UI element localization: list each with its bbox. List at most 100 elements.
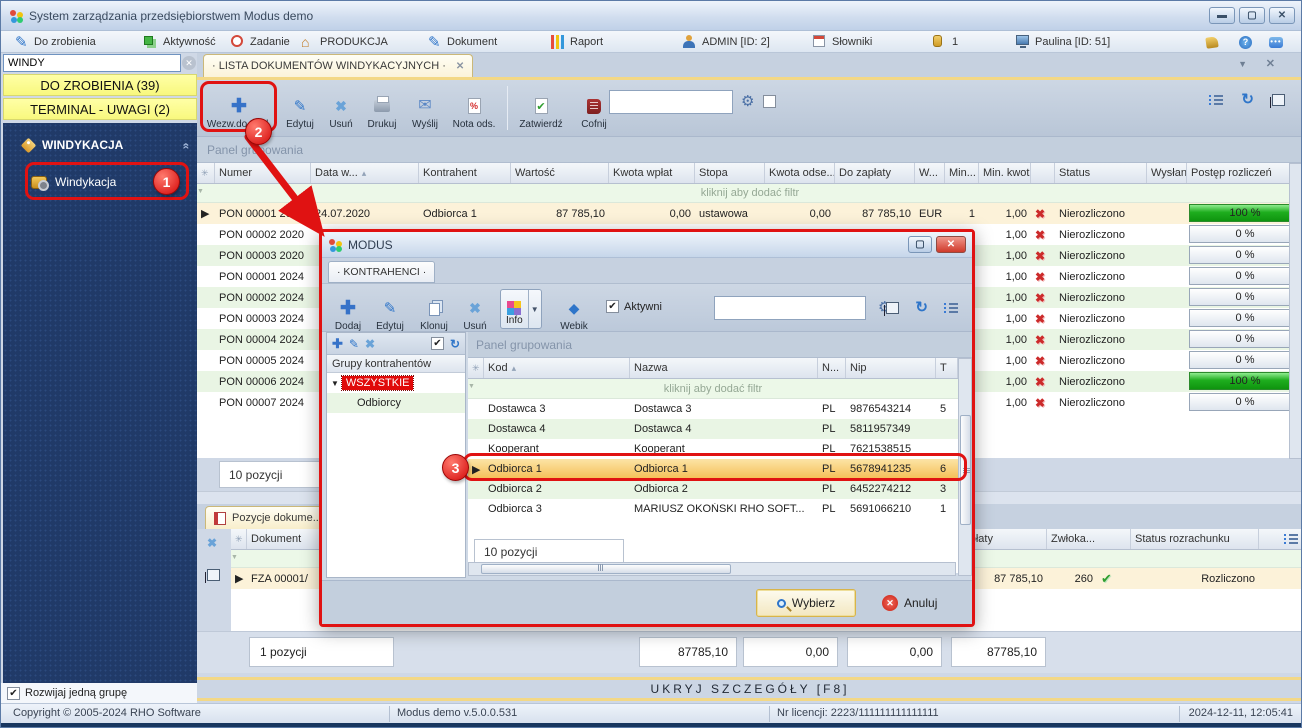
- table-row[interactable]: ▶ PON 00001 2020 24.07.2020 Odbiorca 1 8…: [197, 203, 1301, 224]
- dialog-grouping-panel[interactable]: Panel grupowania: [468, 332, 972, 358]
- edit-group-icon[interactable]: ✎: [349, 338, 359, 350]
- col-numer[interactable]: Numer: [215, 163, 311, 183]
- grid-corner-icon[interactable]: [197, 163, 215, 183]
- menu-user[interactable]: Paulina [ID: 51]: [1016, 33, 1110, 51]
- col-status-rozrachunku[interactable]: Status rozrachunku: [1131, 529, 1259, 549]
- expander-icon[interactable]: ▼: [331, 379, 339, 388]
- maximize-button[interactable]: ▢: [1239, 7, 1265, 24]
- menu-raport[interactable]: Raport: [551, 33, 603, 51]
- layout-icon[interactable]: [1270, 93, 1285, 108]
- tab-list-dropdown-icon[interactable]: ▼: [1238, 59, 1247, 69]
- sidebar-search-input[interactable]: [3, 54, 181, 72]
- tree-item-odbiorcy[interactable]: Odbiorcy: [327, 393, 465, 413]
- sidebar-group-windykacja[interactable]: WINDYKACJA «: [11, 133, 194, 157]
- sidebar-todo-button[interactable]: DO ZROBIENIA (39): [3, 74, 197, 96]
- field-chooser-icon[interactable]: [1209, 94, 1224, 106]
- aktywni-checkbox[interactable]: ✔: [606, 300, 619, 313]
- hide-details-bar[interactable]: UKRYJ SZCZEGÓŁY [F8]: [197, 677, 1301, 701]
- add-group-icon[interactable]: ✚: [332, 337, 343, 350]
- col-wyslano[interactable]: Wysłano: [1147, 163, 1187, 183]
- print-button[interactable]: Drukuj: [361, 84, 403, 133]
- tab-pozycje-dokumentu[interactable]: Pozycje dokume...: [205, 506, 331, 529]
- dialog-layout-icon[interactable]: [884, 301, 900, 316]
- dialog-add-button[interactable]: ✚ Dodaj: [328, 286, 368, 335]
- menu-zadanie[interactable]: Zadanie: [231, 33, 290, 51]
- grid-vertical-scrollbar[interactable]: [1289, 163, 1301, 459]
- col-nazwa[interactable]: Nazwa: [630, 358, 818, 378]
- minimize-button[interactable]: ▬: [1209, 7, 1235, 24]
- dialog-clone-button[interactable]: Klonuj: [414, 286, 454, 335]
- filter-row[interactable]: kliknij aby dodać filtr: [197, 184, 1301, 203]
- clear-search-icon[interactable]: ✕: [182, 56, 196, 70]
- col-n[interactable]: N...: [818, 358, 846, 378]
- dialog-restore-button[interactable]: ▢: [908, 236, 932, 253]
- quick-search-input[interactable]: [609, 90, 733, 114]
- help-icon[interactable]: ?: [1239, 33, 1252, 51]
- dialog-field-chooser-icon[interactable]: [944, 302, 958, 314]
- filter-gear-icon[interactable]: ⚙: [741, 94, 754, 109]
- feedback-icon[interactable]: •••: [1269, 33, 1283, 51]
- dialog-search-input[interactable]: [714, 296, 866, 320]
- col-kontrahent[interactable]: Kontrahent: [419, 163, 511, 183]
- dialog-close-button[interactable]: ✕: [936, 236, 966, 253]
- contractor-row[interactable]: Odbiorca 2 Odbiorca 2 PL 6452274212 3: [468, 479, 958, 499]
- col-nip[interactable]: Nip: [846, 358, 936, 378]
- close-tab-icon[interactable]: ✕: [456, 61, 464, 72]
- contractor-row[interactable]: Odbiorca 3 MARIUSZ OKOŃSKI RHO SOFT... PL 5…: [468, 499, 958, 519]
- dialog-vertical-scrollbar[interactable]: [958, 358, 972, 576]
- dialog-horizontal-scrollbar[interactable]: [468, 562, 956, 576]
- col-waluta[interactable]: W...: [915, 163, 945, 183]
- col-stopa[interactable]: Stopa: [695, 163, 765, 183]
- groups-filter-checkbox[interactable]: ✔: [430, 337, 444, 350]
- dialog-edit-button[interactable]: ✎ Edytuj: [370, 286, 410, 335]
- col-min-kwota[interactable]: Min. kwota: [979, 163, 1031, 183]
- menu-produkcja[interactable]: ⌂ PRODUKCJA: [301, 33, 388, 51]
- info-dropdown-icon[interactable]: ▼: [527, 290, 541, 328]
- approve-button[interactable]: ✔ Zatwierdź: [513, 84, 569, 133]
- tree-item-wszystkie[interactable]: ▼ WSZYSTKIE: [327, 373, 465, 393]
- col-status[interactable]: Status: [1055, 163, 1147, 183]
- select-button[interactable]: Wybierz: [756, 589, 856, 617]
- info-split-button[interactable]: Info ▼: [500, 289, 542, 329]
- col-do-zaplaty[interactable]: Do zapłaty: [835, 163, 915, 183]
- col-kwota-wplat[interactable]: Kwota wpłat: [609, 163, 695, 183]
- theme-icon[interactable]: [1205, 33, 1219, 51]
- menu-aktywnosc[interactable]: Aktywność: [144, 33, 216, 51]
- expand-one-group-checkbox[interactable]: ✔: [7, 686, 20, 700]
- webik-button[interactable]: ◆ Webik: [554, 286, 594, 335]
- col-flag[interactable]: [1031, 163, 1055, 183]
- edit-button[interactable]: ✎ Edytuj: [279, 84, 321, 133]
- remove-position-icon[interactable]: ✖: [207, 537, 217, 549]
- col-kwota-odsetek[interactable]: Kwota odse...: [765, 163, 835, 183]
- details-field-chooser-icon[interactable]: [1284, 533, 1298, 545]
- menu-counter[interactable]: 1: [933, 33, 958, 51]
- dialog-refresh-icon[interactable]: ↻: [915, 300, 928, 315]
- col-kod[interactable]: Kod: [484, 358, 630, 378]
- menu-dokument[interactable]: ✎ Dokument: [428, 33, 497, 51]
- filter-checkbox[interactable]: [763, 95, 776, 108]
- dialog-filter-row[interactable]: kliknij aby dodać filtr: [468, 379, 958, 399]
- menu-do-zrobienia[interactable]: ✎ Do zrobienia: [15, 33, 96, 51]
- contractor-row[interactable]: Dostawca 3 Dostawca 3 PL 9876543214 5: [468, 399, 958, 419]
- tab-kontrahenci[interactable]: · KONTRAHENCI ·: [328, 261, 436, 283]
- delete-group-icon[interactable]: ✖: [365, 338, 375, 350]
- grouping-panel[interactable]: Panel grupowania: [197, 137, 1301, 163]
- col-data[interactable]: Data w...: [311, 163, 419, 183]
- delete-button[interactable]: ✖ Usuń: [323, 84, 359, 133]
- dialog-title-bar[interactable]: MODUS ▢ ✕: [322, 232, 972, 258]
- close-all-tabs-icon[interactable]: ✕: [1266, 57, 1275, 70]
- col-min[interactable]: Min...: [945, 163, 979, 183]
- close-button[interactable]: ✕: [1269, 7, 1295, 24]
- col-t[interactable]: T: [936, 358, 958, 378]
- sidebar-terminal-button[interactable]: TERMINAL - UWAGI (2): [3, 98, 197, 120]
- contractor-row[interactable]: Dostawca 4 Dostawca 4 PL 5811957349: [468, 419, 958, 439]
- nota-button[interactable]: % Nota ods.: [447, 84, 501, 133]
- refresh-icon[interactable]: ↻: [1241, 92, 1254, 107]
- col-postep[interactable]: Postęp rozliczeń: [1187, 163, 1301, 183]
- send-button[interactable]: ✉ Wyślij: [405, 84, 445, 133]
- contractor-row[interactable]: Kooperant Kooperant PL 7621538515: [468, 439, 958, 459]
- menu-slowniki[interactable]: Słowniki: [813, 33, 872, 51]
- tab-lista-dokumentow[interactable]: · LISTA DOKUMENTÓW WINDYKACYJNYCH · ✕: [203, 54, 474, 77]
- col-zwloka[interactable]: Zwłoka...: [1047, 529, 1131, 549]
- col-wartosc[interactable]: Wartość: [511, 163, 609, 183]
